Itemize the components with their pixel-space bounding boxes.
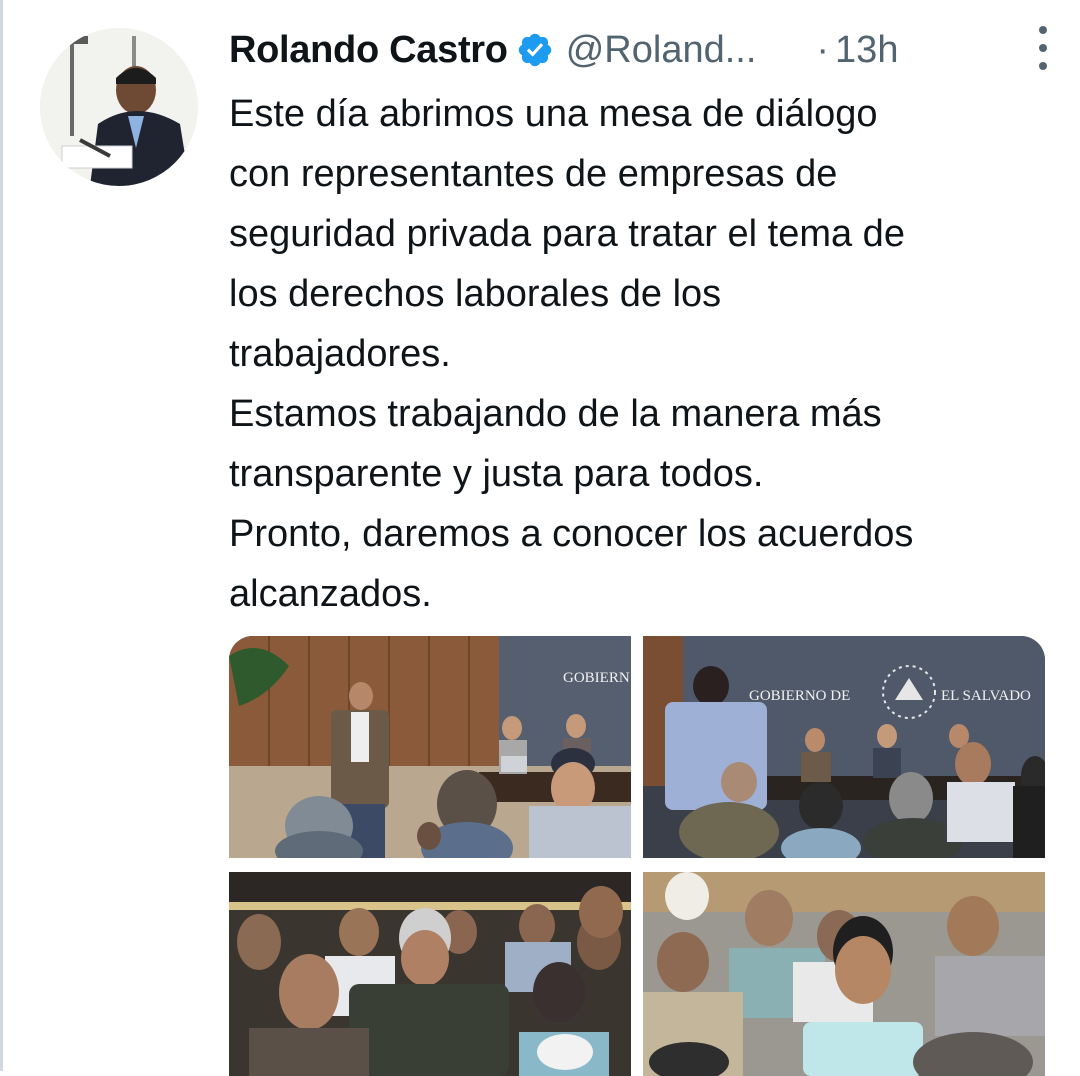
media-photo-4[interactable]	[643, 872, 1045, 1076]
media-photo-3[interactable]	[229, 872, 631, 1076]
author-avatar[interactable]	[40, 28, 198, 186]
tweet-text-line: Este día abrimos una mesa de diálogo	[229, 93, 878, 135]
tweet-timestamp[interactable]: 13h	[835, 29, 898, 72]
tweet: Rolando Castro @Roland... · 13h Este día…	[229, 22, 1049, 624]
tweet-text-line: trabajadores.	[229, 333, 451, 375]
tweet-text-line: Pronto, daremos a conocer los acuerdos	[229, 513, 914, 555]
tweet-text-line: los derechos laborales de los	[229, 273, 722, 315]
backdrop-sign-text: GOBIERN	[563, 670, 630, 686]
tweet-text-line: transparente y justa para todos.	[229, 453, 764, 495]
author-name[interactable]: Rolando Castro	[229, 29, 508, 72]
author-handle[interactable]: @Roland...	[566, 29, 757, 72]
backdrop-sign-text: GOBIERNO DE	[749, 688, 850, 704]
tweet-text-line: con representantes de empresas de	[229, 153, 838, 195]
tweet-text-line: seguridad privada para tratar el tema de	[229, 213, 905, 255]
verified-badge-icon	[516, 31, 554, 69]
media-photo-2[interactable]: GOBIERNO DE EL SALVADO	[643, 636, 1045, 858]
media-photo-1[interactable]: GOBIERN	[229, 636, 631, 858]
meta-separator: ·	[816, 28, 830, 71]
avatar-photo	[40, 28, 198, 186]
tweet-header: Rolando Castro @Roland... · 13h	[229, 22, 1049, 78]
tweet-text-line: alcanzados.	[229, 573, 432, 615]
timeline-divider	[0, 0, 3, 1071]
tweet-text: Este día abrimos una mesa de diálogo con…	[229, 84, 1049, 624]
tweet-media-grid: GOBIERN GOBIERNO DE EL SALVADO	[229, 636, 1045, 1076]
backdrop-sign-text: EL SALVADO	[941, 688, 1031, 704]
vertical-ellipsis-icon[interactable]	[1031, 26, 1055, 70]
tweet-text-line: Estamos trabajando de la manera más	[229, 393, 882, 435]
